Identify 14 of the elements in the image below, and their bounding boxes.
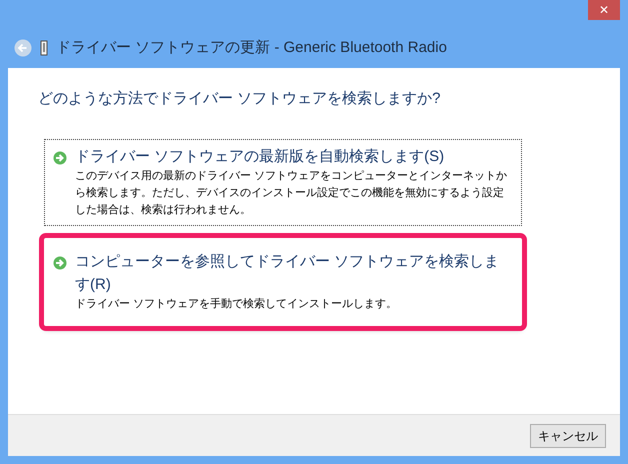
option-link[interactable]: コンピューターを参照してドライバー ソフトウェアを検索します(R) ドライバー ソフトウェアを手動で検索してインストールします。 (44, 238, 522, 326)
window-title: ドライバー ソフトウェアの更新 - Generic Bluetooth Radio (56, 38, 447, 58)
arrow-icon (53, 256, 67, 270)
option-description: ドライバー ソフトウェアを手動で検索してインストールします。 (75, 296, 398, 312)
close-button[interactable]: ✕ (588, 0, 620, 20)
arrow-icon (53, 150, 67, 164)
device-icon (40, 40, 48, 56)
back-icon[interactable] (14, 39, 32, 57)
option-title: コンピューターを参照してドライバー ソフトウェアを検索します(R) (75, 252, 500, 294)
question-text: どのような方法でドライバー ソフトウェアを検索しますか? (38, 89, 442, 109)
option-link[interactable]: ドライバー ソフトウェアの最新版を自動検索します(S) このデバイス用の最新のドライバー ソフトウェアをコンピューターとインターネットから検索します。ただし、デバイスのインストール設定でこの機能を無効にするよう設定した場合は、検索は行われません。 (44, 138, 522, 226)
option-title: ドライバー ソフトウェアの最新版を自動検索します(S) (75, 146, 446, 166)
option-description: このデバイス用の最新のドライバー ソフトウェアをコンピューターとインターネットから検索します。ただし、デバイスのインストール設定でこの機能を無効にするよう設定した場合は、検索は行われません。 (75, 168, 508, 218)
cancel-button[interactable]: キャンセル (530, 424, 606, 448)
